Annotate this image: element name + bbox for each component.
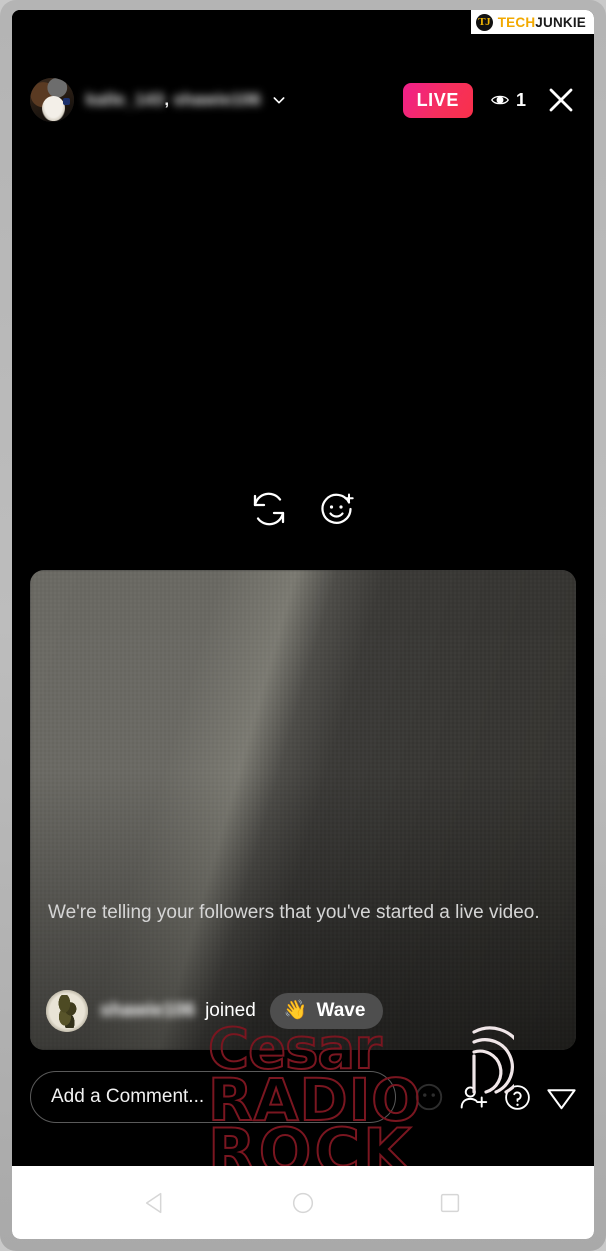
close-icon[interactable] bbox=[546, 85, 576, 115]
viewer-joined-row: shawie106 joined 👋 Wave bbox=[46, 990, 384, 1032]
flip-camera-icon[interactable] bbox=[248, 488, 290, 530]
broadcaster-avatar[interactable] bbox=[30, 78, 74, 122]
live-video-stage[interactable]: kalle_143 , shawie106 LIVE 1 We're telli… bbox=[12, 10, 594, 1166]
emoji-sticker-icon[interactable] bbox=[412, 1080, 446, 1114]
send-icon[interactable] bbox=[544, 1080, 578, 1114]
android-nav-bar bbox=[12, 1166, 594, 1239]
device-screen: kalle_143 , shawie106 LIVE 1 We're telli… bbox=[12, 10, 594, 1239]
back-triangle-icon[interactable] bbox=[139, 1186, 173, 1220]
username-secondary: shawie106 bbox=[173, 90, 261, 109]
viewer-count-group[interactable]: 1 bbox=[491, 91, 526, 109]
add-person-icon[interactable] bbox=[456, 1080, 490, 1114]
avatar-image-detail bbox=[42, 96, 66, 122]
comment-input[interactable]: Add a Comment... bbox=[30, 1071, 396, 1123]
live-header-bar: kalle_143 , shawie106 LIVE 1 bbox=[12, 72, 594, 128]
techjunkie-logo-icon: TJ bbox=[475, 13, 493, 31]
avatar-image-accent bbox=[63, 98, 71, 106]
viewer-avatar-detail bbox=[54, 995, 80, 1028]
watermark-line-three: ROCK bbox=[207, 1115, 414, 1166]
chevron-down-icon[interactable] bbox=[271, 92, 287, 108]
wave-button[interactable]: 👋 Wave bbox=[269, 993, 384, 1029]
comment-placeholder: Add a Comment... bbox=[51, 1086, 205, 1107]
recents-square-icon[interactable] bbox=[433, 1186, 467, 1220]
eye-icon bbox=[491, 93, 509, 107]
live-preview-card[interactable]: We're telling your followers that you've… bbox=[30, 570, 576, 1050]
techjunkie-watermark: TJ TECH JUNKIE bbox=[470, 10, 594, 34]
avatar bbox=[30, 78, 74, 122]
device-frame: kalle_143 , shawie106 LIVE 1 We're telli… bbox=[0, 0, 606, 1251]
waving-hand-icon: 👋 bbox=[283, 1000, 308, 1021]
home-circle-icon[interactable] bbox=[286, 1186, 320, 1220]
broadcaster-names[interactable]: kalle_143 , shawie106 bbox=[86, 90, 403, 110]
viewer-count: 1 bbox=[515, 90, 526, 110]
techjunkie-logo-letters: TJ bbox=[478, 15, 491, 28]
camera-preview-vignette bbox=[30, 570, 576, 1050]
username-primary: kalle_143 bbox=[86, 90, 165, 109]
joined-label: joined bbox=[205, 1000, 256, 1021]
camera-controls bbox=[12, 488, 594, 530]
face-filter-icon[interactable] bbox=[316, 488, 358, 530]
live-badge: LIVE bbox=[402, 82, 473, 118]
live-start-notice: We're telling your followers that you've… bbox=[48, 902, 540, 923]
wave-button-label: Wave bbox=[316, 1000, 366, 1021]
username-separator: , bbox=[164, 90, 170, 109]
techjunkie-word-two: JUNKIE bbox=[535, 14, 586, 30]
techjunkie-word-one: TECH bbox=[497, 14, 536, 30]
questions-icon[interactable] bbox=[500, 1080, 534, 1114]
viewer-username: shawie106 bbox=[100, 1000, 196, 1021]
comment-action-bar: Add a Comment... bbox=[12, 1068, 594, 1126]
viewer-avatar[interactable] bbox=[46, 990, 88, 1032]
